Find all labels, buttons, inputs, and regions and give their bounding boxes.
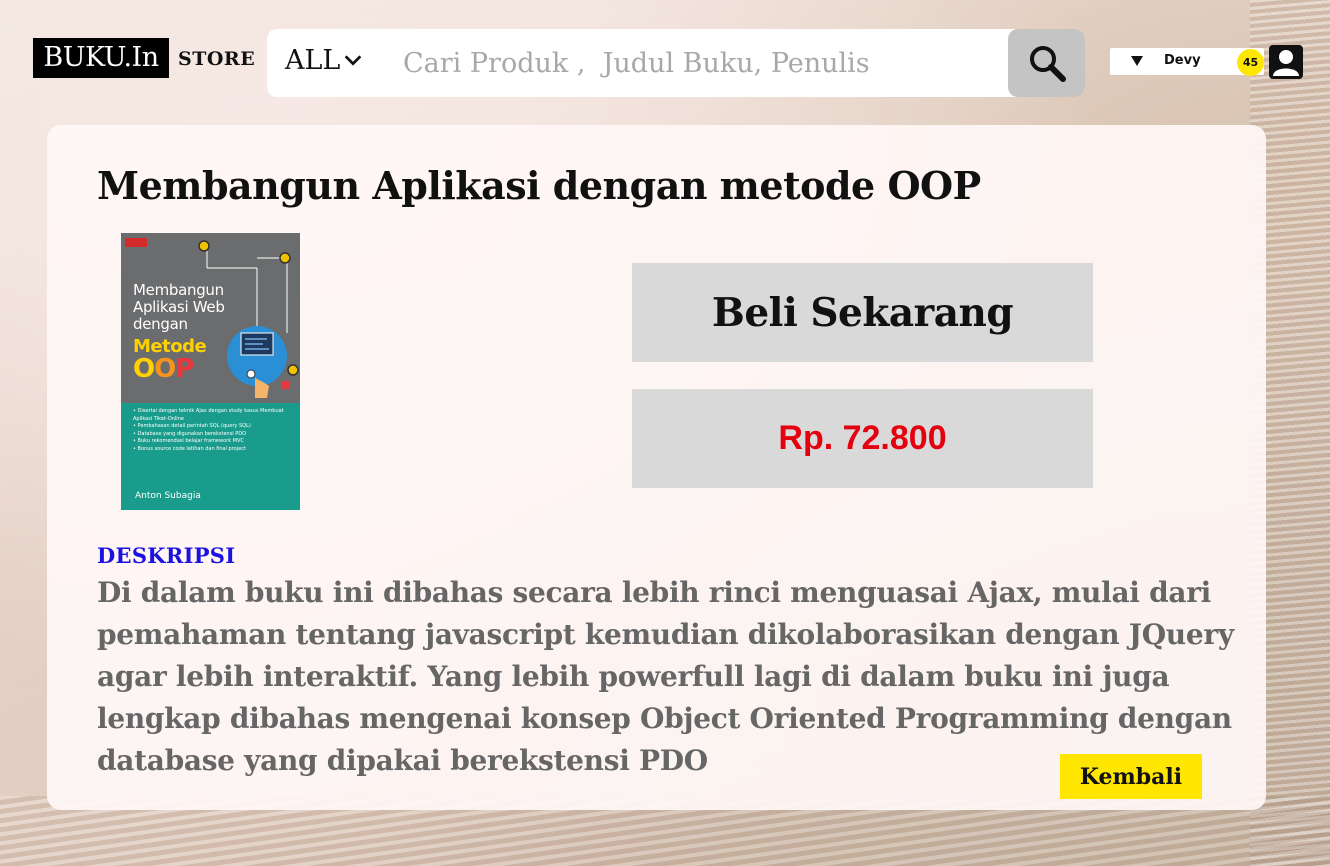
description-heading: DESKRIPSI (97, 543, 236, 568)
back-button[interactable]: Kembali (1060, 754, 1202, 799)
notification-badge[interactable]: 45 (1237, 49, 1264, 76)
cover-bullet: • Disertai dengan teknik Ajax dengan stu… (133, 408, 284, 422)
store-logo[interactable]: BUKU.In (33, 38, 169, 78)
category-value: ALL (285, 44, 341, 76)
user-icon (1273, 50, 1299, 76)
cover-bullets: • Disertai dengan teknik Ajax dengan stu… (133, 408, 293, 453)
avatar[interactable] (1269, 45, 1303, 79)
publisher-logo (125, 238, 147, 247)
search-button[interactable] (1008, 29, 1085, 97)
search-bar: ALL (267, 29, 1085, 97)
cover-bullet: • Bonus source code latihan dan final pr… (133, 445, 246, 452)
user-name: Devy (1164, 53, 1201, 68)
buy-now-button[interactable]: Beli Sekarang (632, 263, 1093, 362)
description-text: Di dalam buku ini dibahas secara lebih r… (97, 576, 1234, 777)
category-dropdown[interactable]: ALL (285, 43, 364, 77)
search-icon (1029, 46, 1066, 82)
price: Rp. 72.800 (778, 419, 947, 457)
price-box: Rp. 72.800 (632, 389, 1093, 488)
search-input[interactable] (403, 41, 1003, 85)
store-label: STORE (178, 48, 256, 70)
book-title: Membangun Aplikasi dengan metode OOP (97, 163, 981, 208)
cover-title: Membangun Aplikasi Web dengan (133, 281, 225, 333)
cover-bullet: • Pembahasan detail perintah SQL (query … (133, 423, 251, 429)
cover-bullet: • Database yang digunakan berekstensi PD… (133, 430, 247, 437)
caret-down-icon (1131, 56, 1143, 66)
cover-bullet: • Buku rekomendasi belajar framework MVC (133, 438, 244, 444)
product-card: Membangun Aplikasi dengan metode OOP Mem… (47, 125, 1266, 810)
cover-author: Anton Subagia (135, 491, 201, 501)
book-cover: Membangun Aplikasi Web dengan Metode OOP… (121, 233, 300, 510)
cover-oop: OOP (133, 354, 194, 384)
chevron-down-icon (345, 55, 362, 66)
